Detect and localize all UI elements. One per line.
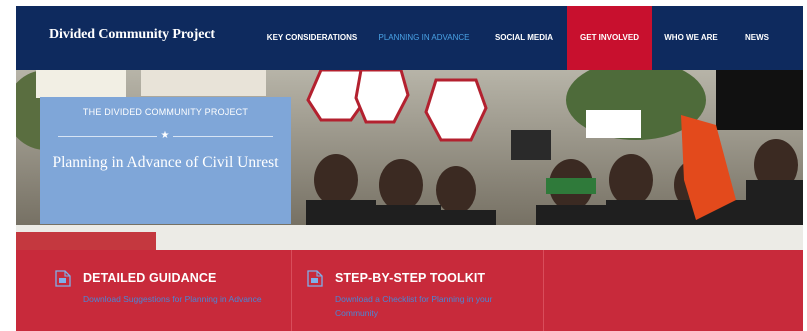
top-navigation-bar: Divided Community Project KEY CONSIDERAT… <box>16 6 803 70</box>
hero-title: Planning in Advance of Civil Unrest <box>52 154 279 171</box>
strip-divider <box>291 250 292 331</box>
site-brand[interactable]: Divided Community Project <box>49 27 215 43</box>
nav-item-planning-in-advance[interactable]: PLANNING IN ADVANCE <box>372 6 476 70</box>
nav-item-key-considerations[interactable]: KEY CONSIDERATIONS <box>259 6 365 70</box>
download-link[interactable]: Download Suggestions for Planning in Adv… <box>83 292 273 306</box>
hero-eyebrow: THE DIVIDED COMMUNITY PROJECT <box>82 107 249 117</box>
nav-item-social-media[interactable]: SOCIAL MEDIA <box>488 6 560 70</box>
feature-detailed-guidance[interactable]: DETAILED GUIDANCE Download Suggestions f… <box>55 250 285 331</box>
nav-item-news[interactable]: NEWS <box>737 6 777 70</box>
nav-item-who-we-are[interactable]: WHO WE ARE <box>658 6 724 70</box>
pdf-document-icon <box>307 270 323 287</box>
star-icon: ★ <box>157 128 173 144</box>
feature-title: STEP-BY-STEP TOOLKIT <box>335 271 486 285</box>
download-link[interactable]: Download a Checklist for Planning in you… <box>335 292 525 320</box>
nav-item-get-involved[interactable]: GET INVOLVED <box>567 6 652 70</box>
feature-strip: DETAILED GUIDANCE Download Suggestions f… <box>16 250 803 331</box>
strip-divider <box>543 250 544 331</box>
feature-step-by-step-toolkit[interactable]: STEP-BY-STEP TOOLKIT Download a Checklis… <box>307 250 537 331</box>
feature-title: DETAILED GUIDANCE <box>83 271 217 285</box>
pdf-document-icon <box>55 270 71 287</box>
hero-title-card: THE DIVIDED COMMUNITY PROJECT ★ Planning… <box>40 97 291 224</box>
